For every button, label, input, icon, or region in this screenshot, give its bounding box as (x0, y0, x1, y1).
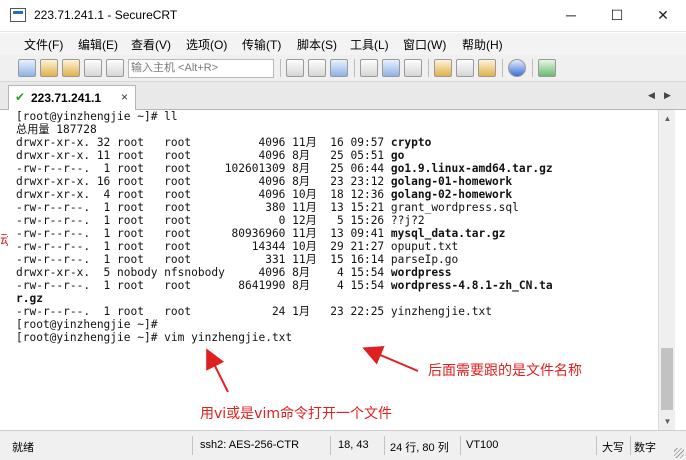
global-options-icon[interactable] (456, 59, 474, 77)
tab-scroll-right-icon[interactable]: ▶ (664, 90, 671, 101)
terminal-line: drwxr-xr-x. 16 root root 4096 8月 23 23:1… (16, 175, 513, 188)
menu-file[interactable]: 文件(F) (24, 36, 63, 53)
terminal-command-line: [root@yinzhengjie ~]# vim yinzhengjie.tx… (16, 331, 293, 344)
terminal-line: drwxr-xr-x. 11 root root 4096 8月 25 05:5… (16, 149, 405, 162)
terminal-line: -rw-r--r--. 1 root root 24 1月 23 22:25 y… (16, 305, 492, 318)
status-ready: 就绪 (12, 442, 34, 454)
disconnect-icon[interactable] (106, 59, 124, 77)
copy-icon[interactable] (286, 59, 304, 77)
status-terminal-size: 24 行, 80 列 (390, 442, 449, 454)
connected-check-icon: ✔ (15, 90, 26, 104)
terminal-line: [root@yinzhengjie ~]# (16, 318, 158, 331)
terminal-line: [root@yinzhengjie ~]# ll (16, 110, 178, 123)
terminal-line: -rw-r--r--. 1 root root 380 11月 13 15:21… (16, 201, 519, 214)
terminal-output[interactable]: [root@yinzhengjie ~]# ll 总用量 187728 drwx… (8, 110, 658, 430)
paste-icon[interactable] (308, 59, 326, 77)
toolbar-separator (280, 59, 281, 77)
terminal-line: drwxr-xr-x. 32 root root 4096 11月 16 09:… (16, 136, 432, 149)
status-protocol: ssh2: AES-256-CTR (200, 439, 300, 451)
annotation-vim-note: 用vi或是vim命令打开一个文件 (200, 406, 392, 422)
quick-connect-icon[interactable] (40, 59, 58, 77)
menu-transfer[interactable]: 传输(T) (242, 36, 281, 53)
tab-label: 223.71.241.1 (31, 91, 102, 105)
menu-help[interactable]: 帮助(H) (462, 36, 503, 53)
print-setup-icon[interactable] (404, 59, 422, 77)
terminal-line: drwxr-xr-x. 5 nobody nfsnobody 4096 8月 4… (16, 266, 452, 279)
status-bar: 就绪 ssh2: AES-256-CTR 18, 43 24 行, 80 列 V… (0, 430, 686, 460)
toolbar-separator (532, 59, 533, 77)
sftp-icon[interactable] (538, 59, 556, 77)
tab-close-icon[interactable]: × (121, 90, 128, 104)
status-num-lock: 数字 (634, 442, 656, 454)
connect-in-tab-icon[interactable] (62, 59, 80, 77)
session-tab-strip: ✔ 223.71.241.1 × ◀ ▶ (0, 82, 686, 110)
status-cursor-position: 18, 43 (338, 439, 369, 451)
window-title: 223.71.241.1 - SecureCRT (34, 8, 178, 22)
toolbar: 输入主机 <Alt+R> (0, 55, 686, 82)
toolbar-separator (354, 59, 355, 77)
toolbar-separator (502, 59, 503, 77)
menu-tools[interactable]: 工具(L) (350, 36, 389, 53)
status-terminal-type: VT100 (466, 439, 499, 451)
find-icon[interactable] (330, 59, 348, 77)
securecrt-app-icon (10, 8, 26, 22)
terminal-line: 总用量 187728 (16, 123, 97, 136)
print-icon[interactable] (360, 59, 378, 77)
print-screen-icon[interactable] (382, 59, 400, 77)
terminal-line: -rw-r--r--. 1 root root 331 11月 15 16:14… (16, 253, 459, 266)
toolbar-separator (428, 59, 429, 77)
annotation-left-fragment: 动 (0, 232, 8, 248)
resize-grip-icon[interactable] (674, 448, 684, 458)
tab-scroll-left-icon[interactable]: ◀ (648, 90, 655, 101)
terminal-line: -rw-r--r--. 1 root root 80936960 11月 13 … (16, 227, 506, 240)
session-options-icon[interactable] (434, 59, 452, 77)
title-bar: 223.71.241.1 - SecureCRT ─ ☐ ✕ (0, 0, 686, 32)
terminal-line: drwxr-xr-x. 4 root root 4096 10月 18 12:3… (16, 188, 513, 201)
close-button[interactable]: ✕ (640, 0, 686, 32)
terminal-line: -rw-r--r--. 1 root root 0 12月 5 15:26 ??… (16, 214, 425, 227)
host-input[interactable]: 输入主机 <Alt+R> (128, 59, 274, 78)
terminal-line: -rw-r--r--. 1 root root 102601309 8月 25 … (16, 162, 553, 175)
reconnect-icon[interactable] (84, 59, 102, 77)
help-icon[interactable] (508, 59, 526, 77)
scroll-up-arrow-icon[interactable]: ▲ (659, 110, 676, 127)
annotation-filename-note: 后面需要跟的是文件名称 (428, 363, 582, 379)
scroll-thumb[interactable] (661, 348, 673, 410)
terminal-line: -rw-r--r--. 1 root root 8641990 8月 4 15:… (16, 279, 553, 292)
scroll-down-arrow-icon[interactable]: ▼ (659, 413, 676, 430)
terminal-scrollbar[interactable]: ▲ ▼ (658, 110, 675, 430)
connect-icon[interactable] (18, 59, 36, 77)
menu-window[interactable]: 窗口(W) (403, 36, 446, 53)
menu-bar: 文件(F) 编辑(E) 查看(V) 选项(O) 传输(T) 脚本(S) 工具(L… (0, 33, 686, 55)
terminal-line: -rw-r--r--. 1 root root 14344 10月 29 21:… (16, 240, 459, 253)
tab-session-223-71-241-1[interactable]: ✔ 223.71.241.1 × (8, 85, 136, 110)
menu-view[interactable]: 查看(V) (131, 36, 171, 53)
maximize-button[interactable]: ☐ (594, 0, 640, 32)
menu-options[interactable]: 选项(O) (186, 36, 227, 53)
key-icon[interactable] (478, 59, 496, 77)
minimize-button[interactable]: ─ (548, 0, 594, 32)
status-caps-lock: 大写 (602, 442, 624, 454)
terminal-line: r.gz (16, 292, 43, 305)
menu-script[interactable]: 脚本(S) (297, 36, 337, 53)
menu-edit[interactable]: 编辑(E) (78, 36, 118, 53)
